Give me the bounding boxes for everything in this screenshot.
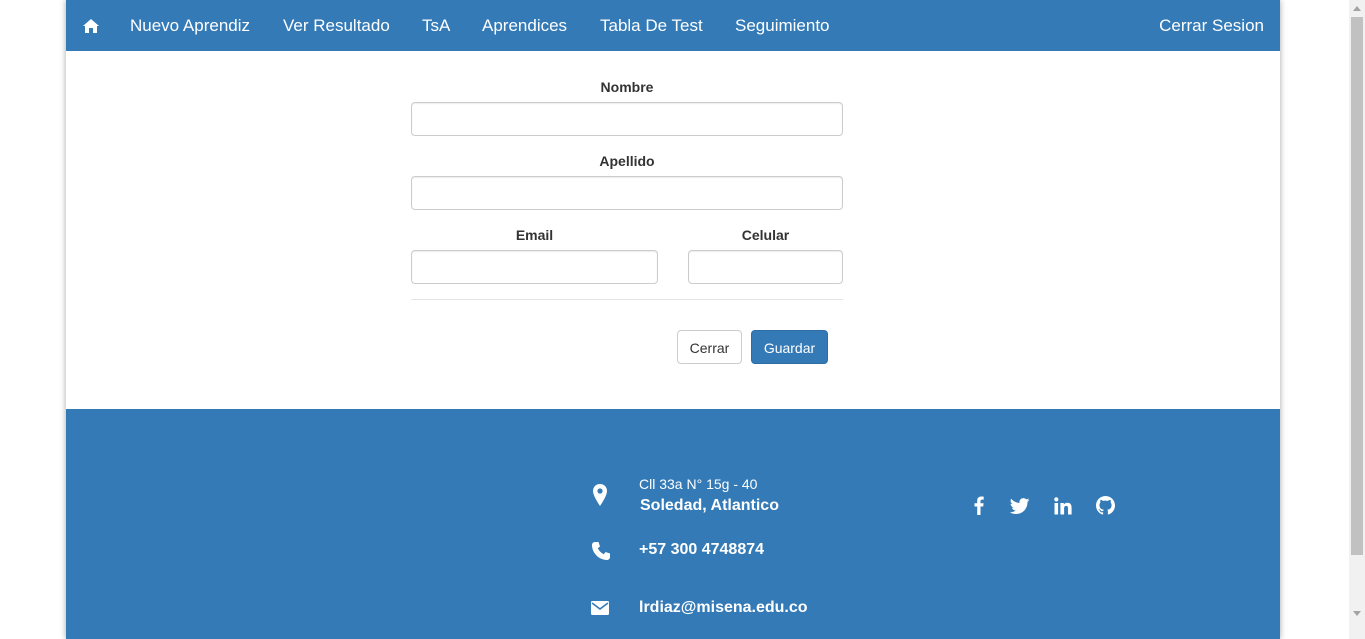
vertical-scrollbar[interactable] bbox=[1349, 0, 1365, 639]
nav-item-nuevo-aprendiz[interactable]: Nuevo Aprendiz bbox=[130, 0, 250, 51]
nav-item-tsa[interactable]: TsA bbox=[422, 0, 450, 51]
nav-item-aprendices[interactable]: Aprendices bbox=[482, 0, 567, 51]
nav-item-ver-resultado[interactable]: Ver Resultado bbox=[283, 0, 390, 51]
celular-label: Celular bbox=[741, 227, 790, 243]
logout-link[interactable]: Cerrar Sesion bbox=[1159, 0, 1264, 51]
close-button[interactable]: Cerrar bbox=[677, 330, 742, 364]
celular-input[interactable] bbox=[688, 250, 843, 284]
page-container: Nuevo Aprendiz Ver Resultado TsA Aprendi… bbox=[66, 0, 1280, 639]
email-label: Email bbox=[515, 227, 554, 243]
twitter-icon[interactable] bbox=[1009, 495, 1031, 517]
facebook-icon[interactable] bbox=[968, 494, 990, 516]
map-marker-icon bbox=[590, 483, 610, 507]
form-divider bbox=[411, 299, 843, 300]
phone-number: +57 300 4748874 bbox=[639, 541, 765, 558]
address-line2: Soledad, Atlantico bbox=[640, 497, 779, 514]
email-input[interactable] bbox=[411, 250, 658, 284]
apellido-label: Apellido bbox=[599, 153, 655, 169]
scroll-down-arrow-icon[interactable] bbox=[1349, 605, 1365, 621]
email-link[interactable]: lrdiaz@misena.edu.co bbox=[639, 599, 808, 617]
save-button[interactable]: Guardar bbox=[751, 330, 828, 364]
aprendiz-form: Nombre Apellido Email Celular Cerrar Gua… bbox=[66, 51, 1280, 409]
linkedin-icon[interactable] bbox=[1052, 495, 1074, 517]
scroll-up-arrow-icon[interactable] bbox=[1349, 0, 1365, 16]
home-icon bbox=[83, 18, 99, 33]
github-icon[interactable] bbox=[1094, 494, 1116, 516]
nombre-input[interactable] bbox=[411, 102, 843, 136]
navbar: Nuevo Aprendiz Ver Resultado TsA Aprendi… bbox=[66, 0, 1280, 51]
apellido-input[interactable] bbox=[411, 176, 843, 210]
nav-home-link[interactable] bbox=[82, 0, 100, 51]
nav-item-seguimiento[interactable]: Seguimiento bbox=[735, 0, 830, 51]
scrollbar-thumb[interactable] bbox=[1351, 17, 1363, 555]
phone-icon bbox=[590, 540, 612, 562]
nombre-label: Nombre bbox=[600, 79, 654, 95]
address-line1: Cll 33a N° 15g - 40 bbox=[639, 476, 758, 492]
envelope-icon bbox=[591, 599, 609, 617]
nav-item-tabla-de-test[interactable]: Tabla De Test bbox=[600, 0, 703, 51]
footer: Cll 33a N° 15g - 40 Soledad, Atlantico +… bbox=[66, 409, 1280, 639]
